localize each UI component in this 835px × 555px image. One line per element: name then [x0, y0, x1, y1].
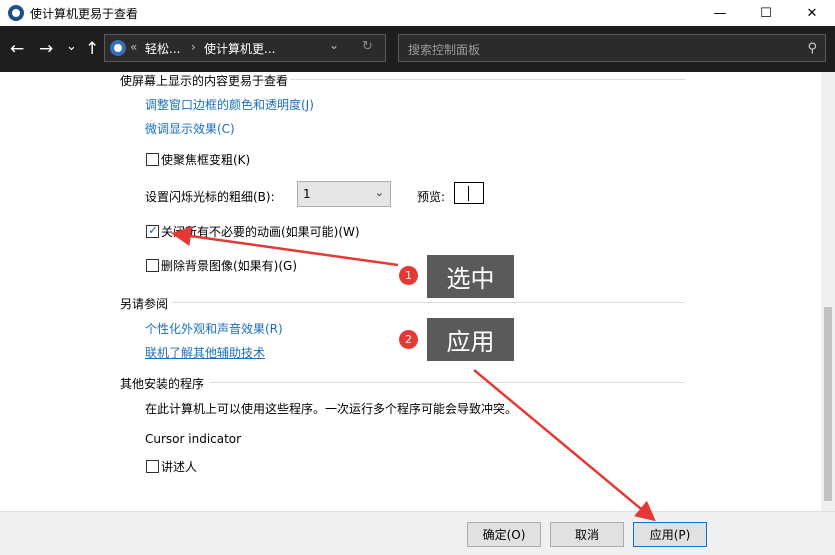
step-1-callout: 选中: [427, 255, 514, 298]
step-2-badge: 2: [399, 330, 418, 349]
vertical-scrollbar[interactable]: [821, 72, 835, 511]
section-heading-other-programs: 其他安装的程序: [120, 377, 205, 391]
window-title: 使计算机更易于查看: [30, 7, 139, 21]
address-bar[interactable]: « 轻松... › 使计算机更... ⌄ ↻: [104, 34, 386, 62]
step-1-badge: 1: [399, 266, 418, 285]
other-programs-description: 在此计算机上可以使用这些程序。一次运行多个程序可能会导致冲突。: [145, 402, 518, 416]
program-name: Cursor indicator: [145, 432, 242, 446]
forward-arrow-icon[interactable]: →: [39, 39, 53, 59]
control-panel-icon: [8, 5, 24, 21]
link-window-border-color[interactable]: 调整窗口边框的颜色和透明度(J): [145, 96, 314, 113]
checkbox-thick-focus-rect[interactable]: [146, 153, 159, 166]
scrollbar-thumb[interactable]: [824, 307, 832, 501]
close-button[interactable]: ✕: [789, 0, 835, 26]
dialog-button-bar: 确定(O) 取消 应用(P): [0, 511, 835, 555]
checkbox-narrator[interactable]: [146, 460, 159, 473]
link-fine-tune-display[interactable]: 微调显示效果(C): [145, 120, 235, 137]
link-personalize[interactable]: 个性化外观和声音效果(R): [145, 320, 283, 337]
checkbox-label-turn-off-animations[interactable]: 关闭所有不必要的动画(如果可能)(W): [161, 223, 360, 240]
up-arrow-icon[interactable]: ↑: [85, 39, 99, 59]
checkbox-remove-background[interactable]: [146, 259, 159, 272]
ok-button[interactable]: 确定(O): [467, 522, 541, 547]
checkbox-turn-off-animations[interactable]: [146, 223, 159, 238]
preview-label: 预览:: [417, 190, 446, 204]
search-box[interactable]: 搜索控制面板 ⚲: [398, 34, 826, 62]
address-dropdown-icon[interactable]: ⌄: [329, 38, 339, 52]
step-2-callout: 应用: [427, 318, 514, 361]
search-placeholder[interactable]: 搜索控制面板: [408, 41, 480, 58]
breadcrumb-make-easier-to-see[interactable]: 使计算机更...: [204, 40, 275, 57]
checkbox-label-narrator[interactable]: 讲述人: [161, 458, 197, 475]
chevron-down-icon: ⌄: [374, 186, 384, 199]
apply-button[interactable]: 应用(P): [633, 522, 707, 547]
section-divider: [172, 302, 685, 303]
section-heading-see-also: 另请参阅: [120, 297, 169, 311]
refresh-icon[interactable]: ↻: [362, 39, 373, 54]
checkbox-label-remove-background[interactable]: 删除背景图像(如果有)(G): [161, 257, 297, 274]
cursor-width-label: 设置闪烁光标的粗细(B):: [145, 190, 275, 204]
recent-locations-chevron-icon[interactable]: ⌄: [66, 37, 77, 57]
cursor-width-select[interactable]: 1 ⌄: [297, 181, 391, 207]
control-panel-icon: [110, 40, 126, 56]
main-content: 使屏幕上显示的内容更易于查看 调整窗口边框的颜色和透明度(J) 微调显示效果(C…: [0, 72, 835, 511]
back-arrow-icon[interactable]: ←: [10, 39, 24, 59]
breadcrumb-separator-icon[interactable]: ›: [191, 40, 196, 54]
search-icon[interactable]: ⚲: [807, 41, 817, 56]
link-assistive-technologies[interactable]: 联机了解其他辅助技术: [145, 344, 265, 361]
section-divider: [210, 382, 685, 383]
checkbox-label-thick-focus-rect[interactable]: 使聚焦框变粗(K): [161, 151, 250, 168]
cursor-preview-box: [454, 182, 484, 204]
section-heading-display: 使屏幕上显示的内容更易于查看: [120, 74, 289, 88]
breadcrumb-ease-of-access[interactable]: 轻松...: [145, 40, 180, 57]
minimize-button[interactable]: —: [697, 0, 743, 26]
navigation-bar: ← → ⌄ ↑ « 轻松... › 使计算机更... ⌄ ↻ 搜索控制面板 ⚲: [0, 26, 835, 72]
maximize-button[interactable]: ☐: [743, 0, 789, 26]
title-bar: 使计算机更易于查看 — ☐ ✕: [0, 0, 835, 26]
breadcrumb-overflow-icon[interactable]: «: [130, 40, 137, 54]
section-divider: [290, 79, 685, 80]
cursor-width-value: 1: [303, 187, 311, 201]
cancel-button[interactable]: 取消: [550, 522, 624, 547]
